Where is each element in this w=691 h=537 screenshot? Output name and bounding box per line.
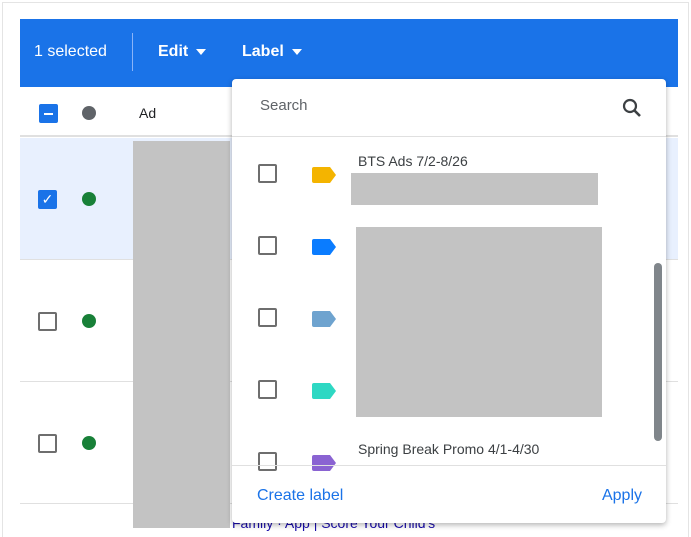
label-label: Label bbox=[242, 43, 284, 60]
selected-count: 1 selected bbox=[34, 43, 107, 60]
apply-button[interactable]: Apply bbox=[602, 487, 642, 505]
caret-down-icon bbox=[291, 48, 302, 55]
caret-down-icon bbox=[196, 48, 207, 55]
edit-dropdown-button[interactable]: Edit bbox=[158, 43, 207, 61]
label-tag-icon bbox=[312, 167, 336, 183]
selection-toolbar: 1 selected Edit Label bbox=[20, 19, 678, 87]
redacted-ad-content bbox=[133, 141, 230, 528]
status-enabled-icon bbox=[82, 314, 96, 328]
label-name: BTS Ads 7/2-8/26 bbox=[358, 153, 468, 169]
label-tag-icon bbox=[312, 383, 336, 399]
select-all-checkbox[interactable] bbox=[39, 104, 58, 123]
row-checkbox[interactable]: ✓ bbox=[38, 190, 57, 209]
status-enabled-icon bbox=[82, 192, 96, 206]
status-enabled-icon bbox=[82, 436, 96, 450]
label-checkbox[interactable] bbox=[258, 164, 277, 183]
label-search-input[interactable] bbox=[260, 97, 590, 114]
label-name: Spring Break Promo 4/1-4/30 bbox=[358, 441, 540, 457]
redacted-label-text bbox=[351, 173, 598, 205]
row-checkbox[interactable] bbox=[38, 312, 57, 331]
label-search bbox=[232, 79, 666, 137]
label-tag-icon bbox=[312, 311, 336, 327]
label-dropdown-button[interactable]: Label bbox=[242, 43, 302, 61]
label-menu: BTS Ads 7/2-8/26 Spring Break Promo 4/1-… bbox=[232, 79, 666, 523]
status-header-icon bbox=[82, 106, 96, 120]
edit-label: Edit bbox=[158, 43, 189, 60]
redacted-label-text bbox=[356, 227, 602, 417]
label-checkbox[interactable] bbox=[258, 308, 277, 327]
create-label-button[interactable]: Create label bbox=[257, 487, 343, 505]
row-checkbox[interactable] bbox=[38, 434, 57, 453]
label-list-scrollbar[interactable] bbox=[654, 263, 662, 441]
label-checkbox[interactable] bbox=[258, 380, 277, 399]
label-checkbox[interactable] bbox=[258, 236, 277, 255]
label-menu-footer: Create label Apply bbox=[232, 465, 666, 523]
label-tag-icon bbox=[312, 239, 336, 255]
toolbar-divider bbox=[132, 33, 133, 71]
search-icon[interactable] bbox=[620, 96, 644, 120]
column-header-ad[interactable]: Ad bbox=[139, 105, 156, 121]
